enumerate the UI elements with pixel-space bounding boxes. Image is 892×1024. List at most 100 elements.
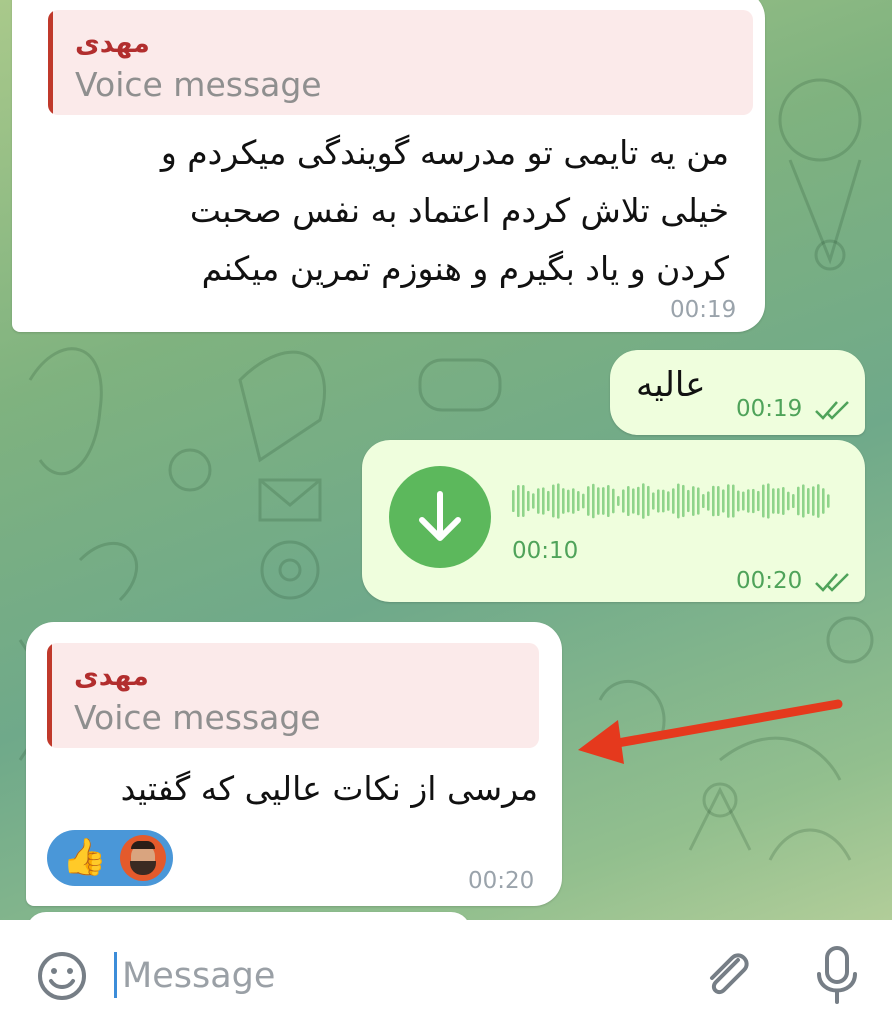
thumbs-up-icon: 👍 — [62, 837, 107, 878]
waveform-bar — [667, 491, 670, 511]
reply-sender-name: مهدی — [74, 661, 149, 692]
outgoing-message-bubble[interactable]: عالیه 00:19 — [610, 350, 865, 435]
waveform-bar — [822, 488, 825, 514]
attach-icon[interactable] — [700, 946, 756, 1006]
waveform-bar — [652, 492, 655, 510]
waveform-bar — [687, 489, 690, 513]
waveform-bar — [722, 489, 725, 513]
waveform-bar — [577, 490, 580, 512]
waveform-bar — [527, 490, 530, 512]
waveform-bar — [602, 487, 605, 515]
voice-duration: 00:10 — [512, 538, 579, 564]
waveform-bar — [622, 489, 625, 513]
waveform-bar — [812, 486, 815, 516]
waveform-bar — [672, 488, 675, 514]
message-text-line: کردن و یاد بگیرم و هنوزم تمرین میکنم — [201, 249, 729, 288]
waveform-bar — [807, 487, 810, 515]
waveform-bar — [707, 491, 710, 511]
waveform-bar — [592, 483, 595, 519]
waveform-bar — [782, 487, 785, 515]
reaction-chip[interactable]: 👍 — [47, 830, 173, 886]
double-check-icon — [815, 401, 849, 420]
waveform-bar — [657, 489, 660, 513]
waveform-bar — [692, 486, 695, 516]
message-text-line: من یه تایمی تو مدرسه گویندگی میکردم و — [160, 133, 729, 172]
waveform-bar — [752, 488, 755, 514]
message-time: 00:20 — [736, 568, 803, 594]
reply-snippet: Voice message — [75, 65, 322, 104]
waveform-bar — [512, 490, 515, 512]
waveform-bar — [647, 485, 650, 517]
waveform-bar — [562, 488, 565, 514]
message-time: 00:19 — [736, 396, 803, 422]
message-time: 00:19 — [670, 297, 737, 323]
message-input[interactable]: Message — [122, 956, 275, 996]
message-composer: Message — [0, 920, 892, 1024]
waveform-bar — [702, 494, 705, 508]
waveform-bar — [542, 487, 545, 515]
waveform-bar — [627, 486, 630, 516]
waveform-bar — [727, 484, 730, 518]
message-text: مرسی از نکات عالیی که گفتید — [120, 769, 538, 808]
reply-accent-bar — [47, 643, 52, 748]
waveform-bar — [532, 493, 535, 509]
waveform-bar — [732, 484, 735, 518]
waveform-bar — [817, 484, 820, 518]
waveform-bar — [632, 488, 635, 514]
outgoing-voice-message-bubble[interactable]: 00:10 00:20 — [362, 440, 865, 602]
waveform-bar — [682, 484, 685, 518]
waveform-bar — [792, 493, 795, 509]
waveform-bar — [777, 488, 780, 514]
reply-preview[interactable]: مهدی Voice message — [48, 10, 753, 115]
waveform-bar — [662, 489, 665, 513]
double-check-icon — [815, 573, 849, 592]
microphone-icon[interactable] — [812, 944, 862, 1008]
waveform-bar — [537, 488, 540, 514]
waveform-bar — [637, 486, 640, 516]
waveform-bar — [712, 485, 715, 517]
avatar — [120, 835, 166, 881]
reply-accent-bar — [48, 10, 53, 115]
waveform-bar — [737, 490, 740, 512]
waveform-bar — [597, 487, 600, 515]
waveform-bar — [762, 484, 765, 518]
text-cursor — [114, 952, 117, 998]
waveform-bar — [677, 483, 680, 519]
waveform-bar — [552, 484, 555, 518]
waveform-bar — [797, 486, 800, 516]
waveform-bar — [572, 488, 575, 514]
waveform-bar — [767, 483, 770, 519]
incoming-message-bubble[interactable]: مهدی Voice message مرسی از نکات عالیی که… — [26, 622, 562, 906]
waveform-bar — [827, 494, 830, 508]
emoji-icon[interactable] — [34, 948, 90, 1004]
waveform-bar — [787, 491, 790, 511]
waveform-bar — [612, 488, 615, 514]
waveform-bar — [607, 484, 610, 518]
download-arrow-icon — [419, 491, 461, 541]
waveform-bar — [802, 484, 805, 518]
reply-sender-name: مهدی — [75, 28, 150, 59]
waveform-bar — [697, 487, 700, 515]
message-time: 00:20 — [468, 868, 535, 894]
reply-snippet: Voice message — [74, 698, 321, 737]
message-text: من یه تایمی تو مدرسه گویندگی میکردم و خی… — [29, 124, 729, 298]
message-text: عالیه — [636, 365, 706, 405]
waveform-bar — [567, 489, 570, 513]
voice-waveform[interactable] — [512, 476, 837, 526]
waveform-bar — [557, 483, 560, 519]
waveform-bar — [742, 491, 745, 511]
waveform-bar — [717, 485, 720, 517]
reply-preview[interactable]: مهدی Voice message — [47, 643, 539, 748]
waveform-bar — [617, 496, 620, 506]
waveform-bar — [517, 484, 520, 518]
waveform-bar — [582, 493, 585, 509]
waveform-bar — [747, 489, 750, 513]
waveform-bar — [547, 490, 550, 512]
waveform-bar — [642, 483, 645, 519]
incoming-message-bubble[interactable]: مهدی Voice message من یه تایمی تو مدرسه … — [12, 0, 765, 332]
waveform-bar — [522, 485, 525, 517]
waveform-bar — [772, 488, 775, 514]
waveform-bar — [587, 486, 590, 516]
message-text-line: خیلی تلاش کردم اعتماد به نفس صحبت — [189, 191, 729, 230]
download-voice-button[interactable] — [389, 466, 491, 568]
